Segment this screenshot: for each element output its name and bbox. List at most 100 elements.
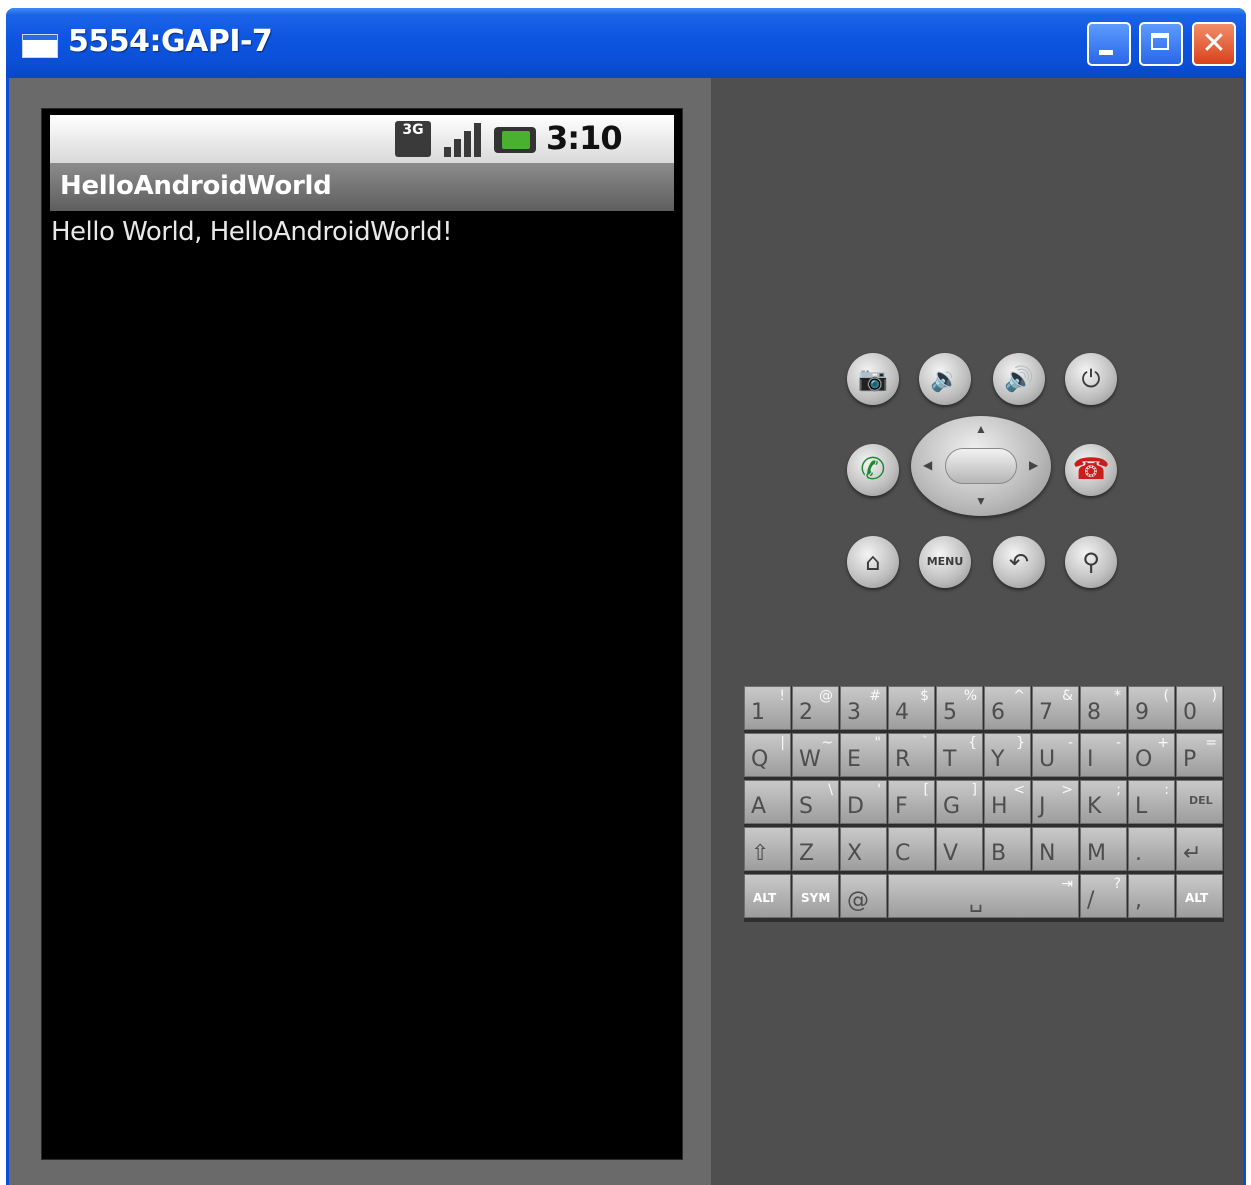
maximize-button[interactable] [1139, 22, 1183, 66]
key-row1-0[interactable]: 1! [744, 686, 791, 730]
key-row4-2[interactable]: X [840, 827, 887, 871]
key-row3-1[interactable]: S \ [792, 780, 839, 824]
key-row2-5[interactable]: Y} [984, 733, 1031, 777]
key-at[interactable]: @ [840, 874, 887, 918]
key-row1-3[interactable]: 4 $ [888, 686, 935, 730]
power-icon[interactable]: ⏻ [1065, 353, 1117, 405]
dpad[interactable]: ▲ ▼ ◀ ▶ [911, 416, 1051, 516]
key-row3-6[interactable]: J > [1032, 780, 1079, 824]
end-call-icon[interactable]: ☎ [1065, 444, 1117, 496]
key-row4-3[interactable]: C [888, 827, 935, 871]
dpad-right-icon[interactable]: ▶ [1029, 458, 1038, 472]
key-row1-7[interactable]: 8 * [1080, 686, 1127, 730]
key-alt-label: ( [1163, 688, 1169, 704]
key-row1-2[interactable]: 3 # [840, 686, 887, 730]
key-row2-9[interactable]: P = [1176, 733, 1223, 777]
key-label: L [1135, 794, 1148, 819]
volume-up-icon[interactable]: 🔊 [993, 353, 1045, 405]
key-sym[interactable]: SYM [792, 874, 839, 918]
camera-icon[interactable]: 📷 [847, 353, 899, 405]
key-label: 1 [751, 700, 765, 725]
key-row3-3[interactable]: F[ [888, 780, 935, 824]
key-row2-8[interactable]: O + [1128, 733, 1175, 777]
dpad-down-icon[interactable]: ▼ [975, 494, 987, 508]
key-row3-5[interactable]: H < [984, 780, 1031, 824]
call-icon[interactable]: ✆ [847, 444, 899, 496]
key-row2-2[interactable]: E " [840, 733, 887, 777]
dpad-left-icon[interactable]: ◀ [923, 458, 932, 472]
key-label: . [1135, 841, 1142, 866]
key-row1-1[interactable]: 2 @ [792, 686, 839, 730]
key-label: 6 [991, 700, 1005, 725]
key-row1-8[interactable]: 9( [1128, 686, 1175, 730]
key-label: H [991, 794, 1008, 819]
key-label: M [1087, 841, 1106, 866]
title-bar[interactable]: 5554:GAPI-7 ✕ [6, 8, 1246, 78]
key-row1-5[interactable]: 6 ^ [984, 686, 1031, 730]
key-slash[interactable]: /? [1080, 874, 1127, 918]
window-title: 5554:GAPI-7 [68, 24, 273, 59]
key-row4-6[interactable]: N [1032, 827, 1079, 871]
menu-button[interactable]: MENU [919, 536, 971, 588]
key-label: G [943, 794, 961, 819]
key-row4-5[interactable]: B [984, 827, 1031, 871]
back-icon[interactable]: ↶ [993, 536, 1045, 588]
device-screen[interactable]: 3G 3:10 PM HelloAndroidWorld Hello World… [41, 108, 683, 1160]
search-icon[interactable]: ⚲ [1065, 536, 1117, 588]
key-row4-1[interactable]: Z [792, 827, 839, 871]
key-alt-label: & [1062, 688, 1073, 704]
key-row2-3[interactable]: R ` [888, 733, 935, 777]
key-alt-left[interactable]: ALT [744, 874, 791, 918]
key-row3-7[interactable]: K; [1080, 780, 1127, 824]
key-row1-4[interactable]: 5% [936, 686, 983, 730]
key-row2-6[interactable]: U- [1032, 733, 1079, 777]
key-row2-0[interactable]: Q | [744, 733, 791, 777]
app-title-bar: HelloAndroidWorld [50, 163, 674, 211]
home-icon[interactable]: ⌂ [847, 536, 899, 588]
key-row2-1[interactable]: W ~ [792, 733, 839, 777]
key-row4-4[interactable]: V [936, 827, 983, 871]
key-row4-9[interactable]: ↵ [1176, 827, 1223, 871]
key-alt-label: < [1013, 782, 1025, 798]
phone-bezel: 3G 3:10 PM HelloAndroidWorld Hello World… [9, 78, 711, 1185]
key-row3-8[interactable]: L: [1128, 780, 1175, 824]
key-alt-label: # [869, 688, 881, 704]
key-alt-label: - [1115, 735, 1121, 751]
key-row4-0[interactable]: ⇧ [744, 827, 791, 871]
key-alt-label: * [1114, 688, 1121, 704]
key-row2-7[interactable]: I- [1080, 733, 1127, 777]
key-alt-label: ~ [821, 735, 833, 751]
battery-charging-icon [494, 127, 536, 153]
key-label: A [751, 794, 767, 819]
network-3g-icon: 3G [395, 121, 431, 157]
key-row3-4[interactable]: G] [936, 780, 983, 824]
emulator-window: 5554:GAPI-7 ✕ 3G 3:10 PM HelloAndroidWor… [6, 8, 1246, 1185]
key-row3-9[interactable]: DEL [1176, 780, 1223, 824]
key-space[interactable]: ␣ ⇥ [888, 874, 1079, 918]
emulator-client-area: 3G 3:10 PM HelloAndroidWorld Hello World… [9, 78, 1243, 1185]
key-alt-label: ] [971, 782, 977, 798]
key-row1-6[interactable]: 7 & [1032, 686, 1079, 730]
close-icon: ✕ [1201, 26, 1227, 61]
dpad-center-button[interactable] [945, 448, 1017, 484]
key-label: ⇧ [751, 841, 770, 866]
key-label: 3 [847, 700, 861, 725]
key-label: P [1183, 747, 1197, 772]
key-row3-0[interactable]: A [744, 780, 791, 824]
key-row4-8[interactable]: . [1128, 827, 1175, 871]
key-alt-label: ⇥ [1061, 876, 1073, 892]
dpad-up-icon[interactable]: ▲ [975, 422, 987, 436]
key-label: 9 [1135, 700, 1149, 725]
volume-down-icon[interactable]: 🔉 [919, 353, 971, 405]
key-alt-right[interactable]: ALT [1176, 874, 1223, 918]
key-comma[interactable]: , [1128, 874, 1175, 918]
key-alt-label: ? [1113, 876, 1121, 892]
close-button[interactable]: ✕ [1192, 22, 1236, 66]
key-row3-2[interactable]: D ' [840, 780, 887, 824]
key-row2-4[interactable]: T{ [936, 733, 983, 777]
key-label: F [895, 794, 908, 819]
key-row4-7[interactable]: M [1080, 827, 1127, 871]
minimize-button[interactable] [1087, 22, 1131, 66]
key-label: 5 [943, 700, 957, 725]
key-row1-9[interactable]: 0) [1176, 686, 1223, 730]
